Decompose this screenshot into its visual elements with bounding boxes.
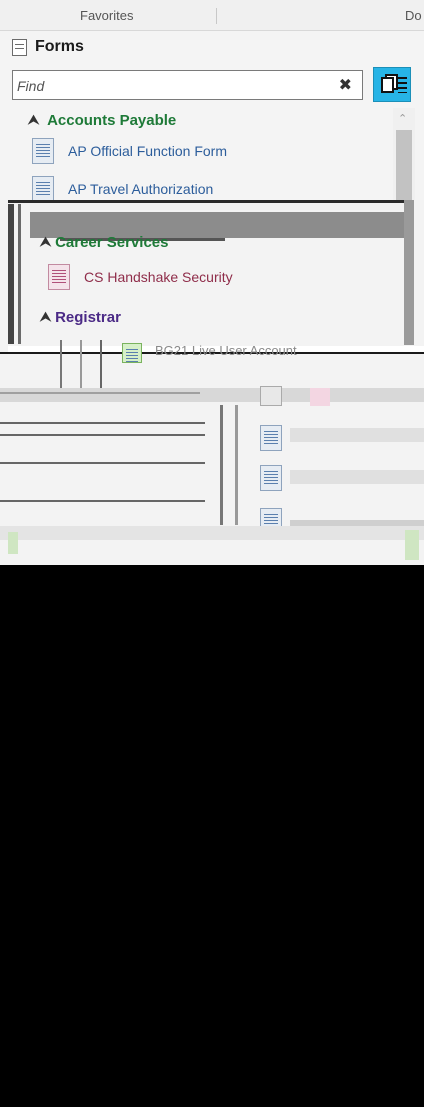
form-document-icon	[260, 465, 282, 491]
form-label: AP Official Function Form	[68, 143, 227, 159]
clear-search-icon[interactable]: ✖	[339, 75, 352, 95]
group-header-career-services[interactable]: ⮝ Career Services	[40, 230, 169, 254]
form-document-icon	[48, 264, 70, 290]
group-label: Registrar	[55, 308, 121, 326]
forms-panel: Favorites Do Forms ✖ ⮝ Accounts Payable …	[0, 0, 424, 565]
find-box: ✖	[12, 70, 363, 100]
list-lines-icon	[398, 77, 407, 93]
collapse-chevron-icon[interactable]: ⮝	[40, 309, 51, 325]
form-label: AP Travel Authorization	[68, 181, 214, 197]
form-document-icon	[32, 138, 54, 164]
glitched-region: ⮝ Career Services CS Handshake Security …	[0, 200, 424, 565]
form-label: CS Handshake Security	[84, 269, 233, 285]
list-item[interactable]: CS Handshake Security	[28, 258, 233, 296]
collapse-chevron-icon[interactable]: ⮝	[28, 112, 39, 128]
forms-icon	[12, 38, 27, 56]
form-document-icon	[122, 343, 142, 363]
group-header-registrar[interactable]: ⮝ Registrar	[40, 305, 121, 329]
tab-divider	[216, 8, 217, 24]
collapse-chevron-icon[interactable]: ⮝	[40, 234, 51, 250]
list-scrollbar[interactable]: ⌃	[393, 108, 415, 200]
form-filter-button[interactable]	[373, 67, 411, 102]
tab-favorites[interactable]: Favorites	[80, 8, 133, 23]
list-item[interactable]: AP Official Function Form	[12, 132, 392, 170]
group-label: Career Services	[55, 233, 169, 251]
form-document-icon	[260, 425, 282, 451]
tab-strip: Favorites Do	[0, 0, 424, 31]
forms-header: Forms	[12, 36, 84, 58]
scroll-up-icon[interactable]: ⌃	[398, 112, 407, 125]
forms-list: ⮝ Accounts Payable AP Official Function …	[12, 108, 392, 208]
scroll-thumb[interactable]	[396, 130, 412, 200]
group-header-accounts-payable[interactable]: ⮝ Accounts Payable	[12, 108, 392, 132]
tab-documents[interactable]: Do	[405, 8, 422, 23]
glitched-label: BG21 Live User Account	[155, 343, 297, 358]
form-document-icon	[32, 176, 54, 202]
form-doc-icon	[381, 77, 394, 93]
forms-title: Forms	[35, 38, 84, 55]
group-label: Accounts Payable	[47, 111, 177, 129]
find-input[interactable]	[15, 74, 319, 98]
form-document-icon	[260, 508, 282, 528]
